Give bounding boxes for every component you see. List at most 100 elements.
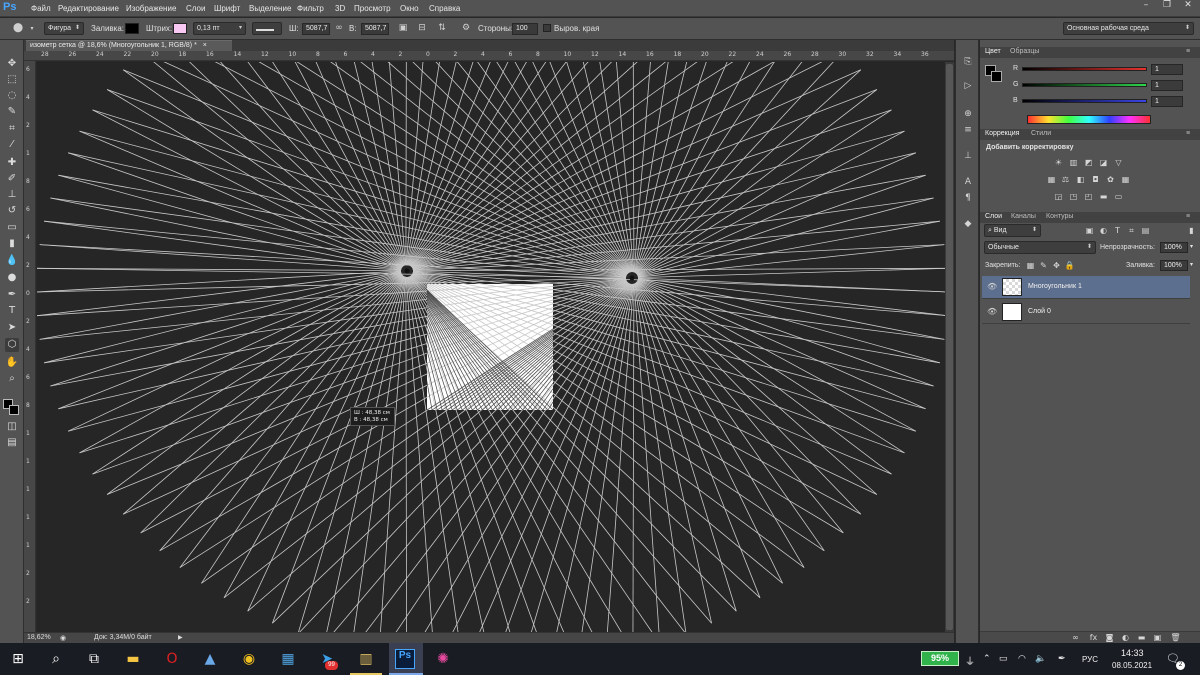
channel-b-slider[interactable]	[1022, 99, 1147, 103]
status-menu-arrow-icon[interactable]: ▶	[178, 634, 183, 641]
fill-swatch[interactable]	[125, 23, 139, 34]
align-edges-checkbox[interactable]	[543, 24, 551, 32]
stroke-swatch[interactable]	[173, 23, 187, 34]
panel-menu-icon[interactable]: ≡	[1186, 213, 1190, 220]
workspace-select[interactable]: Основная рабочая среда ⬍	[1063, 22, 1194, 35]
language-indicator[interactable]: РУС	[1082, 655, 1098, 664]
fx-icon[interactable]: fx	[1088, 633, 1099, 643]
chevron-down-icon[interactable]: ▾	[1190, 261, 1193, 268]
chevron-up-icon[interactable]: ⌃	[983, 653, 991, 664]
chevron-down-icon[interactable]: ▾	[26, 23, 38, 34]
app-icon[interactable]: ▲	[200, 649, 220, 669]
menu-image[interactable]: Изображение	[126, 4, 176, 13]
menu-filter[interactable]: Фильтр	[297, 4, 324, 13]
gradient-tool-icon[interactable]: ▮	[5, 237, 19, 251]
new-adjustment-icon[interactable]: ◐	[1120, 633, 1131, 643]
actions-icon[interactable]: ▷	[962, 80, 974, 92]
exposure-icon[interactable]: ◪	[1098, 158, 1109, 168]
healing-brush-tool-icon[interactable]: ✚	[5, 156, 19, 170]
zoom-level[interactable]: 18,62%	[27, 634, 51, 641]
color-lookup-icon[interactable]: ▦	[1120, 175, 1131, 185]
link-icon[interactable]: ∞	[333, 23, 345, 34]
chrome-icon[interactable]: ◉	[239, 649, 259, 669]
pen-tool-icon[interactable]: ✒	[5, 288, 19, 302]
lock-transparent-icon[interactable]: ▦	[1025, 261, 1036, 271]
filter-toggle-icon[interactable]: ▮	[1186, 226, 1197, 236]
panel-menu-icon[interactable]: ≡	[1186, 48, 1190, 55]
eye-icon[interactable]: 👁	[987, 282, 997, 291]
tab-color[interactable]: Цвет	[985, 48, 1001, 55]
panel-menu-icon[interactable]: ≡	[1186, 130, 1190, 137]
history-brush-tool-icon[interactable]: ↺	[5, 204, 19, 218]
3d-icon[interactable]: ◆	[962, 218, 974, 230]
eyedropper-tool-icon[interactable]: ⁄	[5, 138, 19, 152]
menu-3d[interactable]: 3D	[335, 4, 345, 13]
link-layers-icon[interactable]: ∞	[1070, 633, 1081, 643]
plug-icon[interactable]: ⏚	[965, 653, 975, 668]
tab-paths[interactable]: Контуры	[1046, 213, 1073, 220]
clone-stamp-tool-icon[interactable]: ⊥	[5, 188, 19, 202]
levels-icon[interactable]: ▥	[1068, 158, 1079, 168]
new-group-icon[interactable]: ▬	[1136, 633, 1147, 643]
threshold-icon[interactable]: ◰	[1083, 192, 1094, 202]
hue-saturation-icon[interactable]: ▦	[1046, 175, 1057, 185]
eraser-tool-icon[interactable]: ▭	[5, 221, 19, 235]
dodge-tool-icon[interactable]: ●	[5, 271, 19, 285]
filter-pixel-icon[interactable]: ▣	[1084, 226, 1095, 236]
menu-help[interactable]: Справка	[429, 4, 460, 13]
close-tab-icon[interactable]: ×	[203, 42, 207, 49]
opera-icon[interactable]: O	[162, 649, 182, 669]
tab-layers[interactable]: Слои	[985, 213, 1002, 220]
layer-filter-select[interactable]: ⌕ Вид ⬍	[984, 224, 1041, 237]
status-info-icon[interactable]: ◉	[60, 634, 66, 642]
posterize-icon[interactable]: ◳	[1068, 192, 1079, 202]
gradient-map-icon[interactable]: ▬	[1098, 192, 1109, 202]
channel-r-slider[interactable]	[1022, 67, 1147, 71]
new-layer-icon[interactable]: ▣	[1152, 633, 1163, 643]
chevron-down-icon[interactable]: ▾	[1190, 243, 1193, 250]
layer-row-polygon[interactable]: 👁 Многоугольник 1	[982, 276, 1190, 299]
fill-field[interactable]: 100%	[1160, 260, 1188, 271]
menu-select[interactable]: Выделение	[249, 4, 291, 13]
color-background[interactable]	[991, 71, 1002, 82]
file-explorer-icon[interactable]: ▬	[123, 649, 143, 669]
brush-tool-icon[interactable]: ✐	[5, 172, 19, 186]
marquee-tool-icon[interactable]: ⬚	[5, 73, 19, 87]
lasso-tool-icon[interactable]: ◌	[5, 89, 19, 103]
battery-indicator[interactable]: 95%	[921, 651, 959, 666]
windows-start-icon[interactable]: ⊞	[8, 649, 28, 669]
layer-row-layer0[interactable]: 👁 Слой 0	[982, 301, 1190, 324]
brightness-icon[interactable]: ☀	[1053, 158, 1064, 168]
blend-mode-select[interactable]: Обычные ⬍	[984, 241, 1096, 254]
hand-tool-icon[interactable]: ✋	[5, 356, 19, 370]
polygon-tool-icon[interactable]: ⬡	[5, 338, 19, 352]
add-mask-icon[interactable]: ◙	[1104, 633, 1115, 643]
trash-icon[interactable]: 🗑	[1170, 633, 1181, 643]
color-spectrum[interactable]	[1027, 115, 1151, 124]
restore-icon[interactable]: ❐	[1157, 0, 1177, 12]
move-tool-icon[interactable]: ✥	[5, 57, 19, 71]
close-icon[interactable]: ✕	[1178, 0, 1198, 12]
photos-icon[interactable]: ✺	[433, 649, 453, 669]
channel-mixer-icon[interactable]: ✿	[1105, 175, 1116, 185]
paragraph-icon[interactable]: ¶	[962, 192, 974, 204]
volume-icon[interactable]: 🔈	[1035, 653, 1046, 664]
lock-all-icon[interactable]: 🔒	[1064, 261, 1075, 271]
color-balance-icon[interactable]: ⚖	[1060, 175, 1071, 185]
blur-tool-icon[interactable]: 💧	[5, 254, 19, 268]
selective-color-icon[interactable]: ▭	[1113, 192, 1124, 202]
stroke-width-select[interactable]: 0,13 пт ▾	[193, 22, 246, 35]
invert-icon[interactable]: ◲	[1053, 192, 1064, 202]
tab-swatches[interactable]: Образцы	[1010, 48, 1039, 55]
screen-mode-icon[interactable]: ▤	[5, 436, 19, 450]
menu-view[interactable]: Просмотр	[354, 4, 391, 13]
clock-date[interactable]: 08.05.2021	[1112, 661, 1152, 670]
filter-type-icon[interactable]: T	[1112, 226, 1123, 236]
quick-select-tool-icon[interactable]: ✎	[5, 105, 19, 119]
tool-presets-icon[interactable]: ⊕	[962, 108, 974, 120]
menu-edit[interactable]: Редактирование	[58, 4, 119, 13]
filter-shape-icon[interactable]: ⌗	[1126, 226, 1137, 236]
crop-tool-icon[interactable]: ⌗	[5, 122, 19, 136]
document-tab[interactable]: изометр сетка @ 18,6% (Многоугольник 1, …	[26, 40, 232, 51]
pen-icon[interactable]: ✒	[1058, 653, 1066, 664]
